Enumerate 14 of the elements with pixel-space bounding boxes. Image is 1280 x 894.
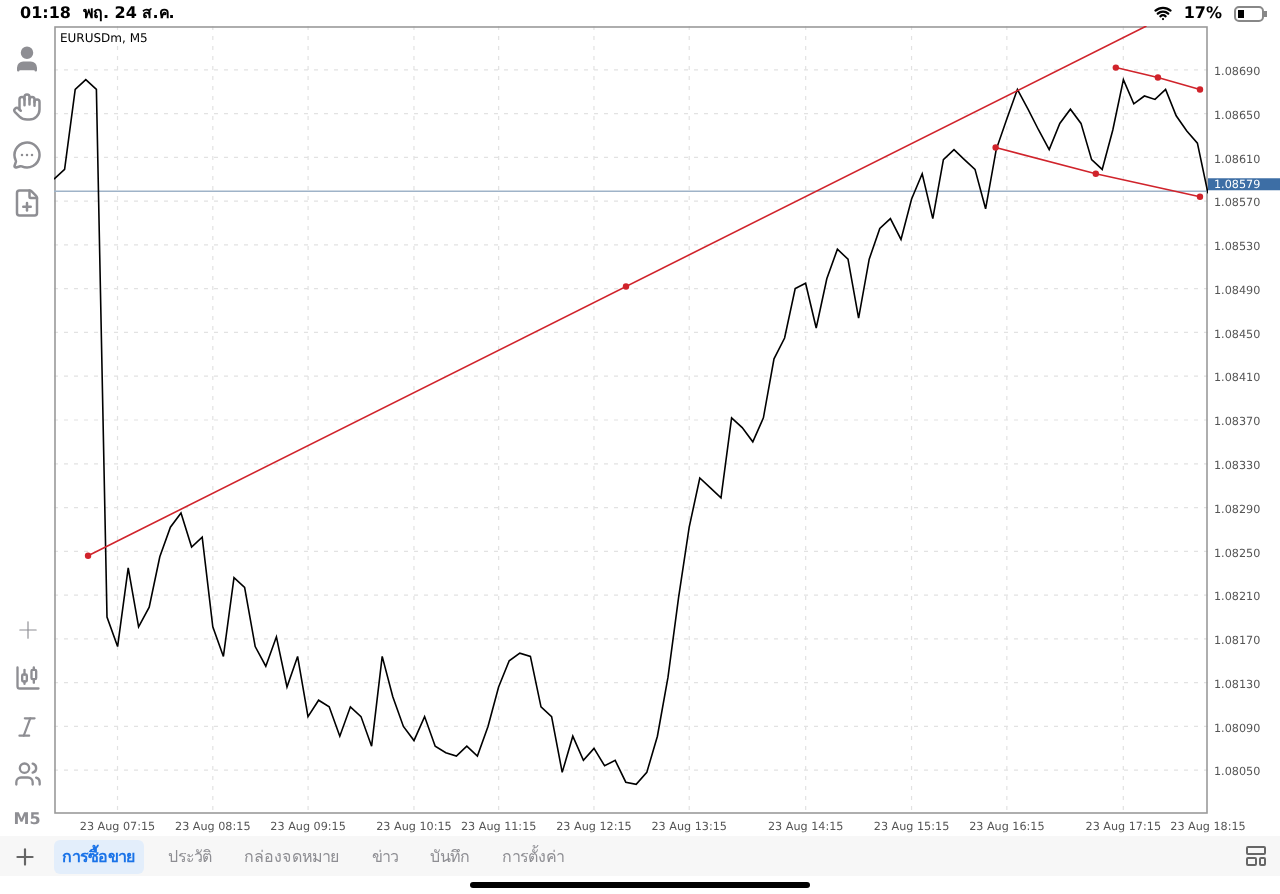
date-text: พฤ. 24 ส.ค. [82,2,175,26]
bottom-tab[interactable]: กล่องจดหมาย [236,839,348,873]
add-icon[interactable] [12,843,38,869]
bottom-tab[interactable]: การตั้งค่า [494,839,572,873]
clock-time: 01:18 [20,4,71,22]
bottom-tab[interactable]: ประวัติ [160,839,220,873]
bottom-tab[interactable]: การซื้อขาย [54,839,144,873]
layout-icon[interactable] [1244,844,1268,868]
battery-percent: 17% [1183,4,1222,22]
timeframe-label[interactable]: M5 [13,810,41,828]
bottom-tab[interactable]: ข่าว [364,839,406,873]
battery-icon [1234,5,1268,21]
wifi-icon [1153,4,1172,22]
bottom-tab[interactable]: บันทึก [422,839,478,873]
